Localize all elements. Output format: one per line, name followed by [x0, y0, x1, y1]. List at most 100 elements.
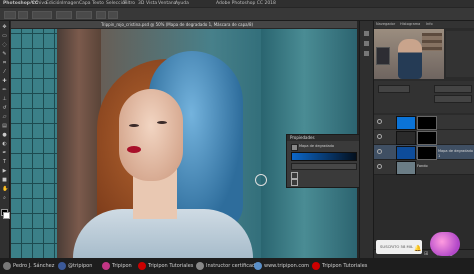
pressure-toggle[interactable]	[108, 11, 118, 19]
webcam-presenter	[398, 39, 422, 79]
layer-name: Mapa de degradado 1	[438, 149, 474, 158]
photo-face	[119, 89, 183, 181]
tools-panel: ✥ ▭ ◌ ✎ ⌗ ⁄ ✚ ✏ ⊥ ↺ ▱ ▤ ● ◐ ✒ T ▶ ■ ✋ ⌕	[0, 21, 10, 258]
lasso-tool-icon[interactable]: ◌	[2, 43, 7, 48]
hand-tool-icon[interactable]: ✋	[2, 187, 8, 192]
dodge-tool-icon[interactable]: ◐	[2, 142, 7, 147]
menu-texto[interactable]: Texto	[92, 0, 104, 7]
shape-tool-icon[interactable]: ■	[2, 178, 7, 183]
document-tab-label: Trippin_rojo_cristina.psd @ 50% (Mapa de…	[101, 22, 254, 27]
right-panels: Navegador Histograma Info Mapa de degrad…	[359, 21, 474, 258]
footer-website: www.tripipon.com	[264, 263, 310, 269]
web-icon	[254, 262, 262, 270]
properties-panel: Propiedades Mapa de degradado	[286, 134, 360, 188]
footer-instagram: Tripipon	[112, 263, 132, 269]
opacity-field[interactable]	[56, 11, 72, 19]
blend-mode-select[interactable]	[378, 85, 410, 93]
tab-histogram[interactable]: Histograma	[400, 21, 420, 28]
certificate-icon	[196, 262, 204, 270]
layers-controls	[374, 81, 474, 113]
quick-select-tool-icon[interactable]: ✎	[2, 52, 7, 57]
layer-thumbnail	[396, 161, 416, 175]
menu-ventana[interactable]: Ventana	[158, 0, 176, 7]
pen-tool-icon[interactable]: ✒	[2, 151, 7, 156]
layer-mask-thumbnail[interactable]	[417, 146, 437, 160]
footer-youtube: Tripipon Tutoriales	[148, 263, 194, 269]
photo-eye-right	[157, 121, 167, 124]
color-icon[interactable]	[364, 51, 369, 56]
airbrush-toggle[interactable]	[96, 11, 106, 19]
bell-icon[interactable]: 🔔	[414, 246, 421, 252]
eye-icon[interactable]	[377, 134, 382, 139]
gradient-options[interactable]	[291, 163, 357, 170]
properties-title: Propiedades	[290, 135, 315, 140]
layer-row[interactable]	[374, 130, 474, 145]
new-layer-icon[interactable]: ⊞	[424, 251, 428, 257]
background-color-swatch[interactable]	[3, 212, 10, 219]
eye-icon[interactable]	[377, 164, 382, 169]
youtube-icon	[312, 262, 320, 270]
brush-size-picker[interactable]	[18, 11, 28, 19]
webcam-shelf	[422, 33, 442, 51]
crop-tool-icon[interactable]: ⌗	[2, 61, 7, 66]
path-selection-tool-icon[interactable]: ▶	[2, 169, 7, 174]
menu-filtro[interactable]: Filtro	[124, 0, 135, 7]
layer-mask-thumbnail[interactable]	[417, 116, 437, 130]
tab-navigator[interactable]: Navegador	[376, 21, 395, 28]
opacity-field[interactable]	[434, 85, 472, 93]
brush-cursor	[255, 174, 267, 186]
footer-bar: Pedro J. Sánchez @tripipon Tripipon Trip…	[0, 258, 474, 274]
adjustments-icon[interactable]	[364, 41, 369, 46]
gradient-tool-icon[interactable]: ▤	[2, 124, 7, 129]
gradient-picker[interactable]	[291, 152, 357, 161]
photo-lips	[127, 146, 141, 153]
layer-row[interactable]	[374, 115, 474, 130]
mode-select[interactable]	[32, 11, 52, 19]
layer-name: Fondo	[417, 164, 428, 168]
menu-vista[interactable]: Vista	[146, 0, 157, 7]
menu-edicion[interactable]: Edición	[46, 0, 62, 7]
fill-field[interactable]	[434, 95, 472, 103]
menu-ayuda[interactable]: Ayuda	[175, 0, 189, 7]
eye-icon[interactable]	[377, 119, 382, 124]
healing-brush-tool-icon[interactable]: ✚	[2, 79, 7, 84]
panel-tabs: Navegador Histograma Info	[374, 21, 474, 28]
webcam-overlay	[374, 29, 444, 79]
history-brush-tool-icon[interactable]: ↺	[2, 106, 7, 111]
photo-tiled-wall	[11, 29, 57, 258]
navigator-controls	[446, 31, 474, 77]
instagram-icon	[102, 262, 110, 270]
layer-row-selected[interactable]: Mapa de degradado 1	[374, 145, 474, 160]
properties-panel-header[interactable]: Propiedades	[287, 135, 359, 141]
reverse-checkbox[interactable]	[291, 179, 298, 186]
eraser-tool-icon[interactable]: ▱	[2, 115, 7, 120]
menu-3d[interactable]: 3D	[138, 0, 144, 7]
layer-row[interactable]: Fondo	[374, 160, 474, 175]
history-icon[interactable]	[364, 31, 369, 36]
move-tool-icon[interactable]: ✥	[2, 25, 7, 30]
zoom-tool-icon[interactable]: ⌕	[2, 196, 7, 201]
properties-subtitle: Mapa de degradado	[299, 144, 335, 148]
brush-tool-icon[interactable]: ✏	[2, 88, 7, 93]
menu-capa[interactable]: Capa	[79, 0, 91, 7]
brain-logo	[430, 232, 460, 256]
type-tool-icon[interactable]: T	[2, 160, 7, 165]
eyedropper-tool-icon[interactable]: ⁄	[2, 70, 7, 75]
tool-preset-picker[interactable]	[4, 11, 16, 19]
tab-info[interactable]: Info	[426, 21, 433, 28]
layer-mask-thumbnail[interactable]	[417, 131, 437, 145]
photo-eye-left	[129, 124, 139, 127]
layer-thumbnail	[396, 131, 416, 145]
marquee-tool-icon[interactable]: ▭	[2, 34, 7, 39]
blur-tool-icon[interactable]: ●	[2, 133, 7, 138]
clone-stamp-tool-icon[interactable]: ⊥	[2, 97, 7, 102]
eye-icon[interactable]	[377, 149, 382, 154]
document-tab[interactable]: Trippin_rojo_cristina.psd @ 50% (Mapa de…	[11, 21, 357, 28]
menu-imagen[interactable]: Imagen	[62, 0, 79, 7]
menu-archivo[interactable]: Archivo	[30, 0, 47, 7]
panel-icon-strip	[360, 21, 374, 258]
flow-field[interactable]	[76, 11, 92, 19]
webcam-monitor	[376, 47, 390, 65]
dither-checkbox[interactable]	[291, 172, 298, 179]
subscribe-label: SUSCRITO 58 MIL	[380, 244, 414, 249]
